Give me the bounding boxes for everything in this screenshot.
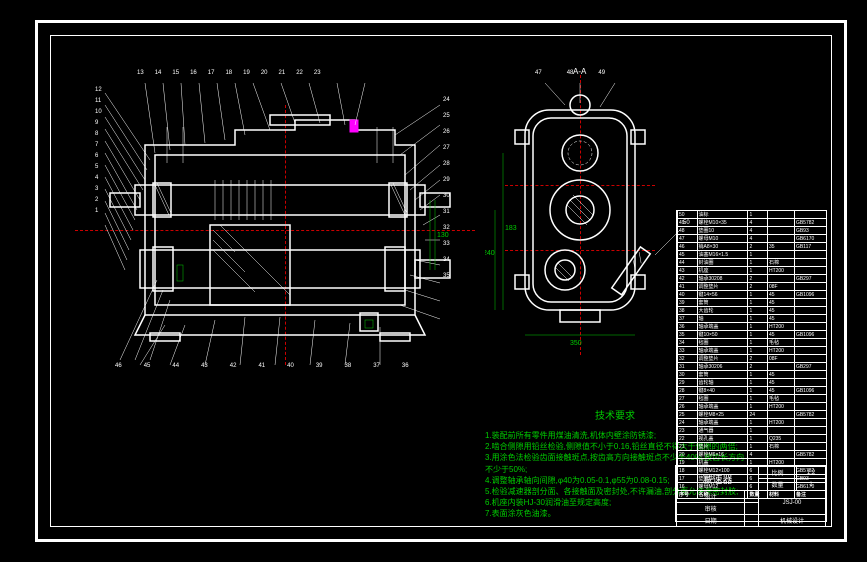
- section-view: 130 131415 161718 192021 2223 121110 987…: [95, 65, 455, 365]
- parts-row: 45油塞M16×1.51: [678, 251, 827, 259]
- drawing-area: 130 131415 161718 192021 2223 121110 987…: [55, 40, 827, 522]
- balloons-right: 242526 272829 3031 3233 3435: [443, 97, 450, 279]
- parts-row: 35键10×50145GB1096: [678, 331, 827, 339]
- parts-row: 31轴承302062GB297: [678, 363, 827, 371]
- section-drawing: 130: [95, 65, 455, 375]
- parts-row: 23通气器1: [678, 427, 827, 435]
- parts-row: 49螺栓M10×354GB5782: [678, 219, 827, 227]
- parts-row: 22视孔盖1Q235: [678, 435, 827, 443]
- parts-row: 29齿轮轴145: [678, 379, 827, 387]
- cad-viewport: 130 131415 161718 192021 2223 121110 987…: [0, 0, 867, 562]
- balloons-bottom: 464544 434241 403938 3736: [115, 363, 409, 369]
- balloons-top: 131415 161718 192021 2223: [137, 70, 321, 76]
- parts-row: 42轴承302082GB297: [678, 275, 827, 283]
- parts-row: 24轴承端盖1HT200: [678, 419, 827, 427]
- parts-row: 33轴承端盖1HT200: [678, 347, 827, 355]
- parts-row: 21垫片1石棉: [678, 443, 827, 451]
- parts-row: 20螺栓M6×164GB5782: [678, 451, 827, 459]
- parts-row: 44封油圈1石棉: [678, 259, 827, 267]
- parts-list: 50油标149螺栓M10×354GB578248垫圈104GB9347螺母M10…: [676, 210, 827, 499]
- dim-h1: 183: [505, 225, 517, 232]
- title-block: 减速器 比例1:2 数量1 设计 JSJ-00 审核 日期 机械设计: [675, 465, 827, 522]
- parts-row: 25螺栓M8×2524GB5782: [678, 411, 827, 419]
- parts-row: 43机座1HT200: [678, 267, 827, 275]
- dim-w1: 350: [570, 340, 582, 347]
- parts-row: 37轴145: [678, 315, 827, 323]
- parts-row: 47螺母M104GB6170: [678, 235, 827, 243]
- parts-row: 38大齿轮145: [678, 307, 827, 315]
- parts-row: 50油标1: [678, 211, 827, 219]
- parts-row: 27毡圈1毛毡: [678, 395, 827, 403]
- balloons-left: 121110 987 654 321: [95, 87, 102, 214]
- dim-h2: 240: [485, 250, 495, 257]
- parts-row: 34毡圈1毛毡: [678, 339, 827, 347]
- parts-row: 28键8×40145GB1096: [678, 387, 827, 395]
- drawing-number: JSJ-00: [758, 491, 825, 515]
- parts-row: 46销A8×30235GB117: [678, 243, 827, 251]
- parts-row: 36轴承端盖1HT200: [678, 323, 827, 331]
- parts-row: 32调整垫片208F: [678, 355, 827, 363]
- parts-row: 26轴承端盖1HT200: [678, 403, 827, 411]
- parts-row: 39套筒145: [678, 299, 827, 307]
- balloons-side: 474849: [535, 70, 605, 76]
- leader-lines-top: [145, 83, 365, 153]
- parts-row: 41调整垫片208F: [678, 283, 827, 291]
- drawing-name: 减速器: [677, 467, 759, 491]
- parts-row: 48垫圈104GB93: [678, 227, 827, 235]
- parts-row: 40键14×56145GB1096: [678, 291, 827, 299]
- side-drawing: 240 183 350: [485, 75, 705, 365]
- parts-row: 30套筒145: [678, 371, 827, 379]
- side-view: A-A: [485, 75, 685, 355]
